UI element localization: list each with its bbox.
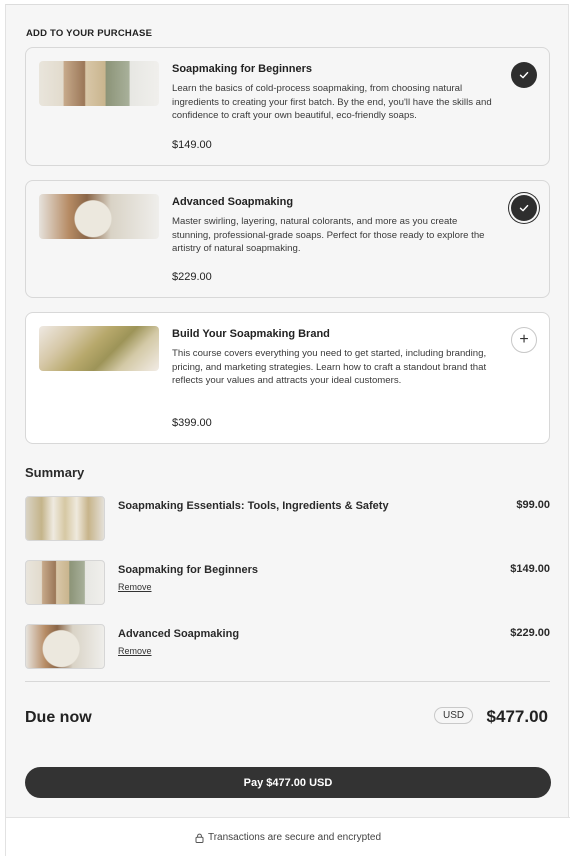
currency-badge: USD <box>434 707 474 724</box>
due-now-label: Due now <box>25 709 92 726</box>
item-thumbnail <box>25 496 105 541</box>
pay-button[interactable]: Pay $477.00 USD <box>25 767 551 798</box>
course-description: Learn the basics of cold-process soapmak… <box>172 83 492 121</box>
plus-icon: + <box>519 331 529 348</box>
course-thumbnail <box>39 326 159 371</box>
course-price: $149.00 <box>172 139 212 151</box>
remove-link[interactable]: Remove <box>118 646 152 656</box>
summary-row: Advanced Soapmaking Remove $229.00 <box>25 624 550 670</box>
course-description: This course covers everything you need t… <box>172 348 487 386</box>
selected-toggle[interactable] <box>511 195 537 221</box>
item-amount: $229.00 <box>510 627 550 639</box>
security-text: Transactions are secure and encrypted <box>207 832 382 843</box>
item-name: Soapmaking Essentials: Tools, Ingredient… <box>118 500 389 512</box>
summary-row: Soapmaking Essentials: Tools, Ingredient… <box>25 496 550 542</box>
course-price: $399.00 <box>172 417 212 429</box>
upsell-card-advanced[interactable]: Advanced Soapmaking Master swirling, lay… <box>25 180 550 298</box>
selected-toggle[interactable] <box>511 62 537 88</box>
item-amount: $99.00 <box>516 499 550 511</box>
add-button[interactable]: + <box>511 327 537 353</box>
divider <box>25 681 550 682</box>
item-name: Soapmaking for Beginners <box>118 564 258 576</box>
course-thumbnail <box>39 61 159 106</box>
security-footer: Transactions are secure and encrypted <box>6 817 570 857</box>
item-name: Advanced Soapmaking <box>118 628 240 640</box>
course-title: Build Your Soapmaking Brand <box>172 328 330 340</box>
upsell-card-brand[interactable]: Build Your Soapmaking Brand This course … <box>25 312 550 444</box>
upsell-card-beginners[interactable]: Soapmaking for Beginners Learn the basic… <box>25 47 550 166</box>
course-description: Master swirling, layering, natural color… <box>172 216 485 254</box>
lock-icon <box>195 833 204 843</box>
check-icon <box>519 71 529 79</box>
checkout-panel: ADD TO YOUR PURCHASE Soapmaking for Begi… <box>5 4 570 857</box>
item-thumbnail <box>25 624 105 669</box>
course-title: Advanced Soapmaking <box>172 196 294 208</box>
course-title: Soapmaking for Beginners <box>172 63 312 75</box>
total-amount: $477.00 <box>486 707 548 726</box>
course-price: $229.00 <box>172 271 212 283</box>
remove-link[interactable]: Remove <box>118 582 152 592</box>
course-thumbnail <box>39 194 159 239</box>
summary-heading: Summary <box>25 465 85 480</box>
summary-row: Soapmaking for Beginners Remove $149.00 <box>25 560 550 606</box>
upsell-heading: ADD TO YOUR PURCHASE <box>26 28 153 39</box>
check-icon <box>519 204 529 212</box>
item-amount: $149.00 <box>510 563 550 575</box>
item-thumbnail <box>25 560 105 605</box>
